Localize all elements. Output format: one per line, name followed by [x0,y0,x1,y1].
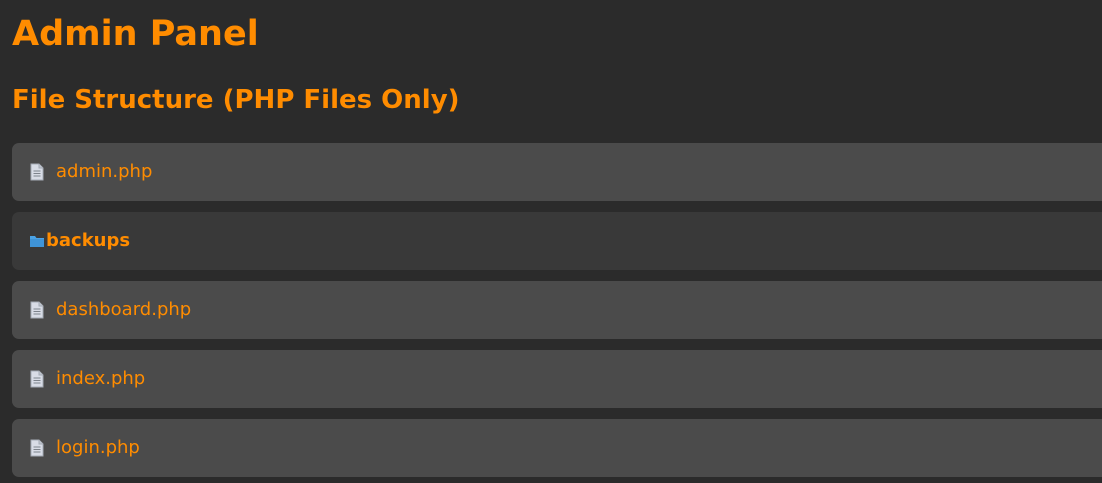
file-icon [29,301,45,319]
file-icon [29,439,45,457]
file-row-dashboard[interactable]: dashboard.php [12,281,1102,339]
file-link-dashboard[interactable]: dashboard.php [56,298,191,322]
file-link-admin[interactable]: admin.php [56,160,152,184]
file-link-login[interactable]: login.php [56,436,140,460]
file-row-index[interactable]: index.php [12,350,1102,408]
folder-name-backups[interactable]: backups [46,229,130,253]
folder-icon [29,234,45,248]
page-title: Admin Panel [12,14,259,54]
file-list: admin.php backups dashboard.php index.ph… [12,143,1102,483]
file-link-index[interactable]: index.php [56,367,145,391]
file-row-admin[interactable]: admin.php [12,143,1102,201]
file-icon [29,370,45,388]
file-row-login[interactable]: login.php [12,419,1102,477]
file-icon [29,163,45,181]
folder-row-backups[interactable]: backups [12,212,1102,270]
section-title: File Structure (PHP Files Only) [12,85,460,115]
